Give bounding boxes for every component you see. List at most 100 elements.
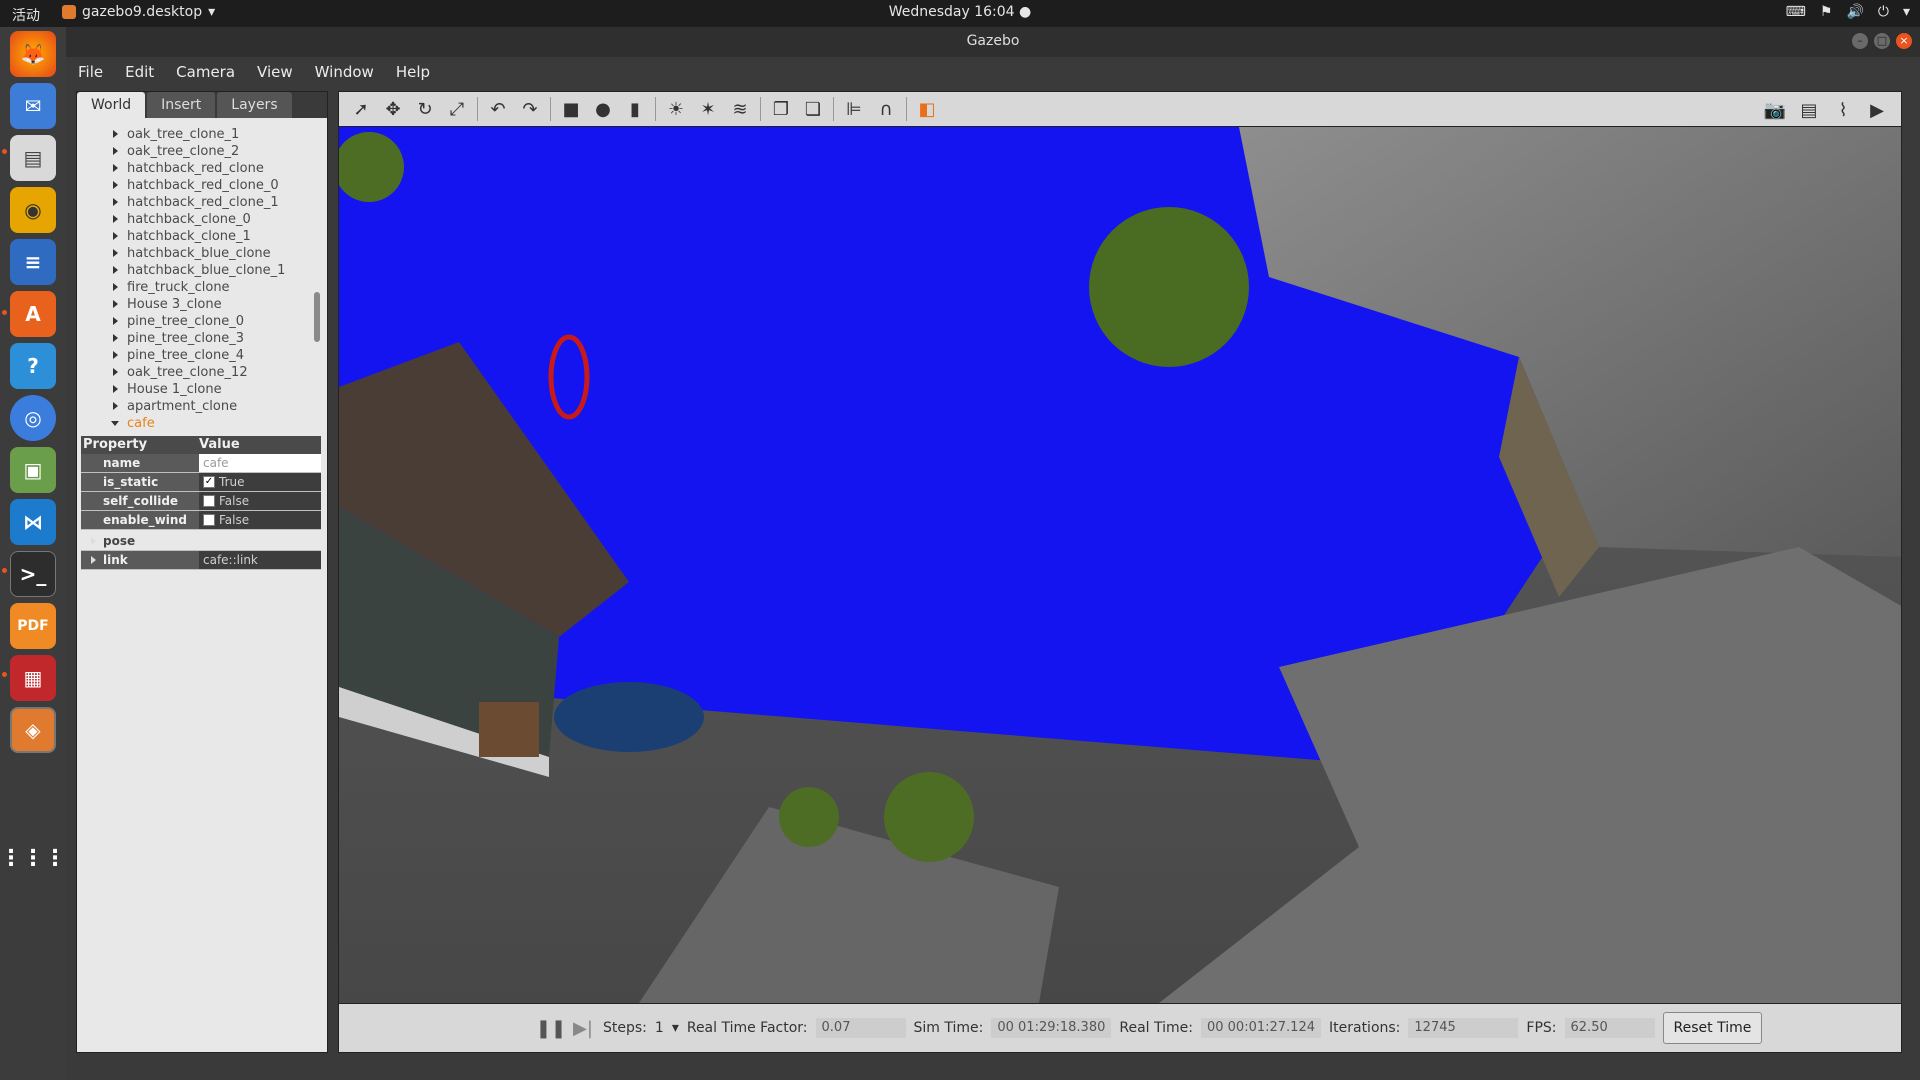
align-icon[interactable]: ⊫	[842, 97, 866, 121]
thunderbird-icon[interactable]: ✉	[10, 83, 56, 129]
tree-item[interactable]: hatchback_blue_clone_1	[77, 262, 317, 279]
tree-item[interactable]: hatchback_red_clone_1	[77, 194, 317, 211]
tree-item[interactable]: pine_tree_clone_0	[77, 313, 317, 330]
snap-icon[interactable]: ∩	[874, 97, 898, 121]
sphere-shape-icon[interactable]: ●	[591, 97, 615, 121]
video-record-icon[interactable]: ▶	[1865, 98, 1889, 122]
tree-item[interactable]: fire_truck_clone	[77, 279, 317, 296]
redo-icon[interactable]: ↷	[518, 97, 542, 121]
model-tree[interactable]: oak_tree_clone_1 oak_tree_clone_2 hatchb…	[77, 126, 317, 430]
expand-arrow-icon[interactable]	[113, 232, 118, 240]
window-titlebar[interactable]: Gazebo – □ ×	[66, 27, 1920, 57]
system-tray[interactable]: ⌨ ⚑ 🔊 ⏻ ▾	[1786, 4, 1910, 20]
menu-help[interactable]: Help	[396, 63, 430, 81]
files-icon[interactable]: ▤	[10, 135, 56, 181]
expand-arrow-icon[interactable]	[113, 249, 118, 257]
reset-time-button[interactable]: Reset Time	[1662, 1012, 1763, 1044]
expand-arrow-icon[interactable]	[113, 402, 118, 410]
select-mode-icon[interactable]: ➚	[349, 97, 373, 121]
cylinder-shape-icon[interactable]: ▮	[623, 97, 647, 121]
gazebo-icon[interactable]: ◈	[10, 707, 56, 753]
menu-file[interactable]: File	[78, 63, 103, 81]
tree-item[interactable]: pine_tree_clone_4	[77, 347, 317, 364]
maximize-icon[interactable]: □	[1874, 33, 1890, 49]
directional-light-icon[interactable]: ≋	[728, 97, 752, 121]
firefox-icon[interactable]: 🦊	[10, 31, 56, 77]
power-icon[interactable]: ⏻	[1878, 4, 1889, 20]
tree-item[interactable]: oak_tree_clone_2	[77, 143, 317, 160]
spot-light-icon[interactable]: ✶	[696, 97, 720, 121]
close-icon[interactable]: ×	[1896, 33, 1912, 49]
expand-arrow-icon[interactable]	[113, 300, 118, 308]
expand-arrow-icon[interactable]	[113, 198, 118, 206]
menu-window[interactable]: Window	[315, 63, 374, 81]
tree-item[interactable]: apartment_clone	[77, 398, 317, 415]
menu-edit[interactable]: Edit	[125, 63, 154, 81]
point-light-icon[interactable]: ☀	[664, 97, 688, 121]
clock[interactable]: Wednesday 16:04 ●	[0, 4, 1920, 20]
tab-insert[interactable]: Insert	[147, 92, 216, 118]
tree-item-selected[interactable]: cafe	[77, 415, 317, 430]
menu-camera[interactable]: Camera	[176, 63, 235, 81]
writer-icon[interactable]: ≡	[10, 239, 56, 285]
chromium-icon[interactable]: ◎	[10, 395, 56, 441]
expand-arrow-icon[interactable]	[113, 215, 118, 223]
pause-icon[interactable]: ❚❚	[536, 1016, 566, 1040]
screenshot-icon[interactable]: 📷	[1763, 98, 1787, 122]
pdf-editor-icon[interactable]: PDF	[10, 603, 56, 649]
scene-viewport[interactable]	[338, 127, 1902, 1003]
self-collide-checkbox[interactable]	[203, 495, 215, 507]
tree-item[interactable]: hatchback_clone_0	[77, 211, 317, 228]
expand-arrow-icon[interactable]	[113, 130, 118, 138]
tree-item[interactable]: oak_tree_clone_12	[77, 364, 317, 381]
undo-icon[interactable]: ↶	[486, 97, 510, 121]
is-static-checkbox[interactable]: ✓	[203, 476, 215, 488]
chevron-down-icon[interactable]: ▾	[1903, 4, 1910, 20]
property-group-link[interactable]: link cafe::link	[81, 551, 321, 570]
network-icon[interactable]: ⚑	[1820, 4, 1833, 20]
tree-item[interactable]: House 3_clone	[77, 296, 317, 313]
tree-item[interactable]: hatchback_blue_clone	[77, 245, 317, 262]
expand-arrow-icon[interactable]	[113, 334, 118, 342]
tab-layers[interactable]: Layers	[217, 92, 292, 118]
scale-mode-icon[interactable]: ⤢	[445, 97, 469, 121]
copy-icon[interactable]: ❐	[769, 97, 793, 121]
expand-arrow-icon[interactable]	[113, 147, 118, 155]
log-icon[interactable]: ▤	[1797, 98, 1821, 122]
tree-item[interactable]: oak_tree_clone_1	[77, 126, 317, 143]
paste-icon[interactable]: ❏	[801, 97, 825, 121]
expand-arrow-icon[interactable]	[113, 266, 118, 274]
tree-item[interactable]: House 1_clone	[77, 381, 317, 398]
property-group-pose[interactable]: pose	[81, 532, 321, 551]
view-angle-icon[interactable]: ◧	[915, 97, 939, 121]
keyboard-icon[interactable]: ⌨	[1786, 4, 1806, 20]
step-icon[interactable]: ▶|	[571, 1016, 595, 1040]
enable-wind-checkbox[interactable]	[203, 514, 215, 526]
expand-arrow-icon[interactable]	[113, 164, 118, 172]
expand-arrow-icon[interactable]	[113, 385, 118, 393]
expand-arrow-icon[interactable]	[113, 351, 118, 359]
volume-icon[interactable]: 🔊	[1846, 4, 1863, 20]
tree-item[interactable]: hatchback_clone_1	[77, 228, 317, 245]
software-center-icon[interactable]: A	[10, 291, 56, 337]
show-applications-icon[interactable]: ⋮⋮⋮	[0, 835, 66, 881]
image-viewer-icon[interactable]: ▣	[10, 447, 56, 493]
menu-view[interactable]: View	[257, 63, 293, 81]
minimize-icon[interactable]: –	[1852, 33, 1868, 49]
plot-icon[interactable]: ⌇	[1831, 98, 1855, 122]
tree-item[interactable]: hatchback_red_clone	[77, 160, 317, 177]
screen-recorder-icon[interactable]: ▦	[10, 655, 56, 701]
rhythmbox-icon[interactable]: ◉	[10, 187, 56, 233]
tree-item[interactable]: hatchback_red_clone_0	[77, 177, 317, 194]
chevron-down-icon[interactable]: ▾	[672, 1020, 679, 1036]
expand-arrow-icon[interactable]	[113, 181, 118, 189]
help-icon[interactable]: ?	[10, 343, 56, 389]
collapse-arrow-icon[interactable]	[111, 421, 119, 426]
expand-arrow-icon[interactable]	[113, 368, 118, 376]
vscode-icon[interactable]: ⋈	[10, 499, 56, 545]
translate-mode-icon[interactable]: ✥	[381, 97, 405, 121]
rotate-mode-icon[interactable]: ↻	[413, 97, 437, 121]
box-shape-icon[interactable]: ■	[559, 97, 583, 121]
tree-item[interactable]: pine_tree_clone_3	[77, 330, 317, 347]
terminal-icon[interactable]: >_	[10, 551, 56, 597]
